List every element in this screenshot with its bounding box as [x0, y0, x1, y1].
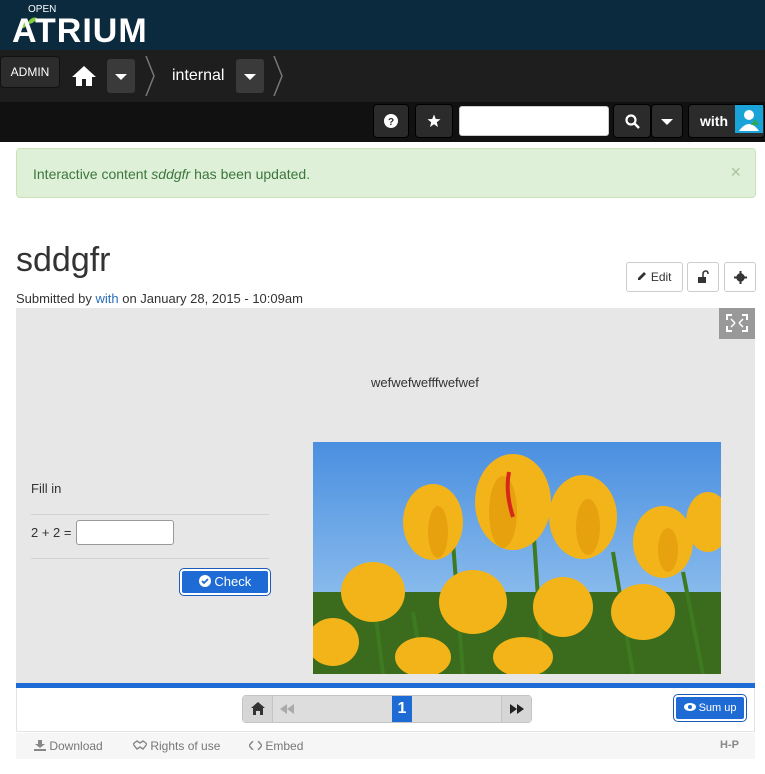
- slide-text: wefwefwefffwefwef: [371, 375, 479, 390]
- status-message-text: Interactive content sddgfr has been upda…: [33, 166, 311, 182]
- chevron-down-icon: [661, 119, 673, 125]
- home-dropdown-button[interactable]: [107, 59, 135, 93]
- breadcrumb-separator-icon: [273, 56, 283, 96]
- settings-button[interactable]: [724, 262, 756, 292]
- equation-label: 2 + 2 =: [31, 525, 72, 540]
- page-title: sddgfr: [16, 241, 111, 279]
- check-circle-icon: [198, 575, 211, 587]
- status-message-item: sddgfr: [151, 166, 191, 182]
- slide-navigation: 1 Sum up: [16, 688, 755, 732]
- h5p-logo[interactable]: H-P: [720, 739, 739, 751]
- double-chevron-right-icon: [510, 704, 524, 714]
- h5p-actions: Download Rights of use Embed H-P: [16, 733, 755, 759]
- breadcrumb-separator-icon: [145, 56, 155, 96]
- logo-atrium-text[interactable]: ATRIUM: [12, 14, 148, 48]
- close-icon[interactable]: ×: [730, 162, 741, 183]
- rights-of-use-link[interactable]: Rights of use: [132, 739, 220, 753]
- author-link[interactable]: with: [96, 291, 119, 306]
- embed-link[interactable]: Embed: [247, 739, 303, 753]
- search-button[interactable]: [613, 104, 651, 138]
- space-dropdown-button[interactable]: [236, 59, 264, 93]
- pencil-icon: [638, 272, 647, 280]
- answer-input[interactable]: [76, 520, 174, 545]
- home-icon: [251, 702, 265, 715]
- status-message: Interactive content sddgfr has been upda…: [16, 148, 756, 198]
- user-avatar-icon: [739, 110, 759, 131]
- first-slide-button[interactable]: [243, 696, 273, 722]
- submitted-info: Submitted by with on January 28, 2015 - …: [16, 291, 303, 306]
- divider: [31, 558, 269, 559]
- search-options-button[interactable]: [651, 104, 683, 138]
- sum-up-button[interactable]: Sum up: [674, 695, 746, 721]
- admin-button[interactable]: ADMIN: [0, 56, 60, 88]
- fill-in-title: Fill in: [31, 481, 62, 496]
- next-slide-button[interactable]: [501, 696, 531, 722]
- gear-icon: [734, 271, 747, 284]
- favorites-button[interactable]: [415, 104, 453, 138]
- brand-bar: OPEN ATRIUM: [0, 0, 765, 50]
- check-button[interactable]: Check: [180, 569, 270, 595]
- user-name[interactable]: with: [700, 113, 728, 129]
- search-icon: [625, 114, 640, 129]
- question-icon: ?: [384, 114, 398, 128]
- fullscreen-button[interactable]: [719, 308, 755, 339]
- code-icon: [247, 740, 264, 751]
- main-navbar: ADMIN internal: [0, 50, 765, 102]
- interactive-content: wefwefwefffwefwef Fill in 2 + 2 = Check: [16, 308, 755, 684]
- previous-slide-button[interactable]: [274, 696, 300, 722]
- unlock-icon: [698, 270, 709, 283]
- star-icon: [427, 114, 441, 127]
- eye-icon: [683, 703, 696, 711]
- current-slide-number: 1: [392, 696, 412, 722]
- fullscreen-icon: [726, 314, 748, 332]
- handshake-icon: [132, 740, 148, 750]
- breadcrumb-space-link[interactable]: internal: [172, 67, 224, 85]
- access-button[interactable]: [687, 262, 719, 292]
- user-toolbar: ? with: [0, 102, 765, 142]
- edit-button[interactable]: Edit: [626, 262, 683, 292]
- slide-pager: 1: [242, 695, 532, 723]
- search-input[interactable]: [459, 106, 609, 136]
- double-chevron-left-icon: [280, 704, 294, 714]
- user-avatar[interactable]: [735, 105, 763, 133]
- divider: [31, 514, 269, 515]
- svg-text:?: ?: [388, 117, 394, 128]
- tulips-image: [313, 442, 721, 674]
- help-button[interactable]: ?: [373, 104, 409, 138]
- download-icon: [34, 740, 46, 751]
- download-link[interactable]: Download: [34, 739, 103, 753]
- home-icon[interactable]: [70, 64, 98, 88]
